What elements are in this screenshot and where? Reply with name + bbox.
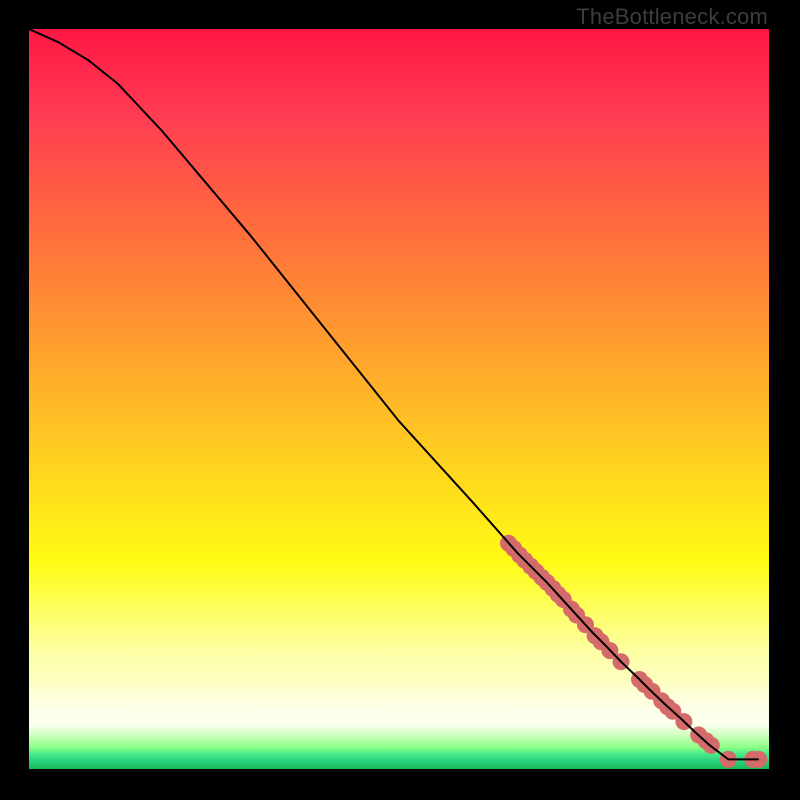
watermark-text: TheBottleneck.com: [576, 4, 768, 30]
chart-container: TheBottleneck.com: [0, 0, 800, 800]
gradient-plot-background: [29, 29, 769, 769]
